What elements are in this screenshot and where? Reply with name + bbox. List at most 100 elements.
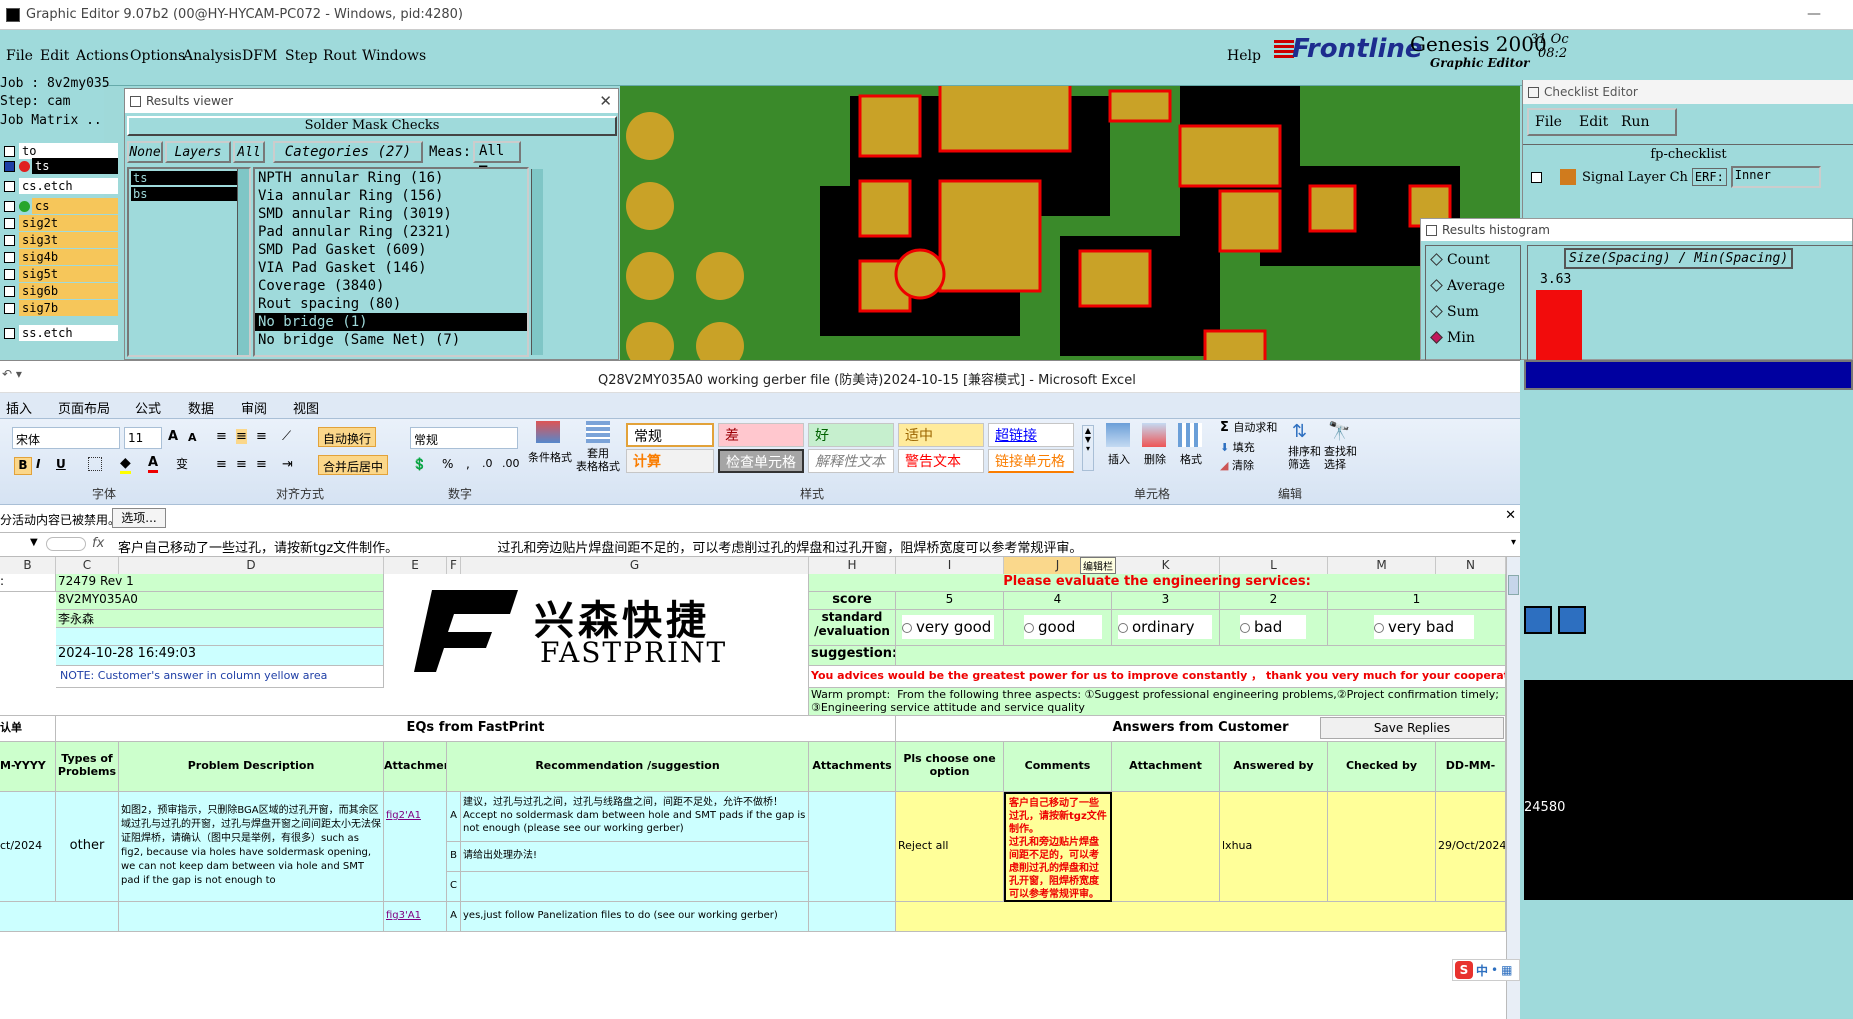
style-check-cell[interactable]: 检查单元格 <box>718 449 804 473</box>
col-header[interactable]: C <box>56 557 119 574</box>
job-matrix-button[interactable]: Job Matrix .. <box>0 113 102 128</box>
ce-menu-edit[interactable]: Edit <box>1579 114 1608 130</box>
col-header[interactable]: G <box>461 557 809 574</box>
table-format-icon[interactable] <box>586 421 610 443</box>
tab-page-layout[interactable]: 页面布局 <box>58 398 110 417</box>
menu-options[interactable]: Options <box>130 48 185 64</box>
align-right-icon[interactable]: ≡ <box>256 457 267 472</box>
font-size-select[interactable]: 11 <box>124 427 162 449</box>
side-icon-2[interactable] <box>1558 606 1586 634</box>
col-header[interactable]: N <box>1436 557 1506 574</box>
number-format-select[interactable]: 常规 <box>410 427 518 449</box>
phonetic-icon[interactable]: 变 <box>176 455 188 472</box>
rv-category-scrollbar[interactable] <box>531 169 543 355</box>
border-icon[interactable] <box>88 457 102 471</box>
format-cells-icon[interactable] <box>1178 423 1202 447</box>
style-neutral[interactable]: 适中 <box>898 423 984 447</box>
italic-icon[interactable]: I <box>36 457 40 471</box>
layer-checkbox[interactable] <box>4 302 15 314</box>
row2-description[interactable] <box>119 902 384 932</box>
shrink-font-icon[interactable]: A <box>188 431 197 444</box>
col-header[interactable]: D <box>119 557 384 574</box>
style-bad[interactable]: 差 <box>718 423 804 447</box>
row2-attachment-link[interactable]: fig3'A1 <box>384 902 447 932</box>
info-cell[interactable]: 72479 Rev 1 <box>56 574 384 592</box>
currency-icon[interactable]: 💲 <box>412 457 427 471</box>
row1-date[interactable]: ct/2024 <box>0 792 56 902</box>
layer-row[interactable]: ts <box>0 157 118 175</box>
col-header[interactable]: M <box>1328 557 1436 574</box>
row2-answers[interactable] <box>896 902 1506 932</box>
ce-erf-value[interactable]: Inner <box>1730 166 1821 188</box>
ime-toolbar[interactable]: S 中 • ▦ <box>1452 959 1520 981</box>
rh-option-average[interactable]: Average <box>1430 278 1505 294</box>
rating-ordinary[interactable]: ordinary <box>1118 615 1212 639</box>
row1-answered-by[interactable]: lxhua <box>1220 792 1328 902</box>
rv-layer-item[interactable]: bs <box>131 187 247 201</box>
rv-all-button[interactable]: All <box>233 141 265 163</box>
col-header[interactable]: F <box>447 557 461 574</box>
insert-cells-icon[interactable] <box>1106 423 1130 447</box>
rv-category-item[interactable]: Coverage (3840) <box>255 277 527 295</box>
insert-cells-label[interactable]: 插入 <box>1108 451 1130 467</box>
tab-insert[interactable]: 插入 <box>6 398 32 417</box>
security-options-button[interactable]: 选项... <box>112 508 166 528</box>
layer-row[interactable]: sig3t <box>0 231 118 249</box>
layer-checkbox[interactable] <box>4 234 15 246</box>
delete-cells-icon[interactable] <box>1142 423 1166 447</box>
format-cells-label[interactable]: 格式 <box>1180 451 1202 467</box>
underline-icon[interactable]: U <box>56 457 66 471</box>
row1-option-b[interactable]: 请给出处理办法! <box>461 842 809 872</box>
menu-analysis[interactable]: Analysis <box>183 48 242 64</box>
layer-row[interactable]: sig2t <box>0 214 118 232</box>
style-calculation[interactable]: 计算 <box>626 449 714 473</box>
pcb-canvas[interactable] <box>620 86 1520 360</box>
ce-menu-file[interactable]: File <box>1535 114 1562 130</box>
suggestion-input[interactable] <box>896 646 1506 666</box>
style-hyperlink[interactable]: 超链接 <box>988 423 1074 447</box>
row1-option-a[interactable]: 建议，过孔与过孔之间，过孔与线路盘之间，间距不足处，允许不做桥！ Accept … <box>461 792 809 842</box>
menu-windows[interactable]: Windows <box>362 48 426 64</box>
row2-rest[interactable] <box>809 902 896 932</box>
rating-bad[interactable]: bad <box>1240 615 1306 639</box>
rv-category-item[interactable]: Via annular Ring (156) <box>255 187 527 205</box>
layer-checkbox[interactable] <box>4 217 15 229</box>
comma-icon[interactable]: , <box>466 457 470 471</box>
rv-category-item[interactable]: NPTH annular Ring (16) <box>255 169 527 187</box>
rv-category-item-selected[interactable]: No bridge (1) <box>255 313 527 331</box>
rating-very-bad[interactable]: very bad <box>1374 615 1474 639</box>
increase-decimal-icon[interactable]: .0 <box>482 457 493 470</box>
orientation-icon[interactable]: ⟋ <box>282 429 291 444</box>
find-select-label[interactable]: 查找和 选择 <box>1324 445 1357 471</box>
layer-checkbox[interactable] <box>4 285 15 297</box>
col-header[interactable]: K <box>1112 557 1220 574</box>
row1-description[interactable]: 如图2，预审指示，只删除BGA区域的过孔开窗，而其余区域过孔与过孔的开窗，过孔与… <box>119 792 384 902</box>
info-cell[interactable]: 8V2MY035A0 <box>56 592 384 610</box>
merge-center-button[interactable]: 合并后居中 <box>318 455 389 475</box>
menu-step[interactable]: Step <box>285 48 317 64</box>
fx-icon[interactable]: fx <box>92 536 104 551</box>
rv-none-button[interactable]: None <box>127 141 163 163</box>
wrap-text-button[interactable]: 自动换行 <box>318 427 377 447</box>
row1-option-c[interactable] <box>461 872 809 902</box>
layer-checkbox[interactable] <box>4 145 15 157</box>
qat-icon[interactable]: ↶ ▾ <box>2 367 22 381</box>
style-explanatory[interactable]: 解释性文本 <box>808 449 894 473</box>
row1-attachment2[interactable] <box>1112 792 1220 902</box>
rv-layer-list[interactable]: ts bs <box>127 167 251 357</box>
tab-review[interactable]: 审阅 <box>241 398 267 417</box>
style-linked-cell[interactable]: 链接单元格 <box>988 449 1074 473</box>
row1-choice[interactable]: Reject all <box>896 792 1004 902</box>
layer-checkbox[interactable] <box>4 180 15 192</box>
row1-attachments[interactable] <box>809 792 896 902</box>
col-header[interactable]: B <box>0 557 56 574</box>
tab-view[interactable]: 视图 <box>293 398 319 417</box>
rv-layer-item[interactable]: ts <box>131 171 247 185</box>
row2-option-a[interactable]: yes,just follow Panelization files to do… <box>461 902 809 932</box>
info-cell[interactable]: 2024-10-28 16:49:03 <box>56 646 384 666</box>
layer-row[interactable]: cs <box>0 197 118 215</box>
rv-category-item[interactable]: Pad annular Ring (2321) <box>255 223 527 241</box>
col-header[interactable]: L <box>1220 557 1328 574</box>
row2-date[interactable] <box>0 902 119 932</box>
menu-dfm[interactable]: DFM <box>242 48 277 64</box>
